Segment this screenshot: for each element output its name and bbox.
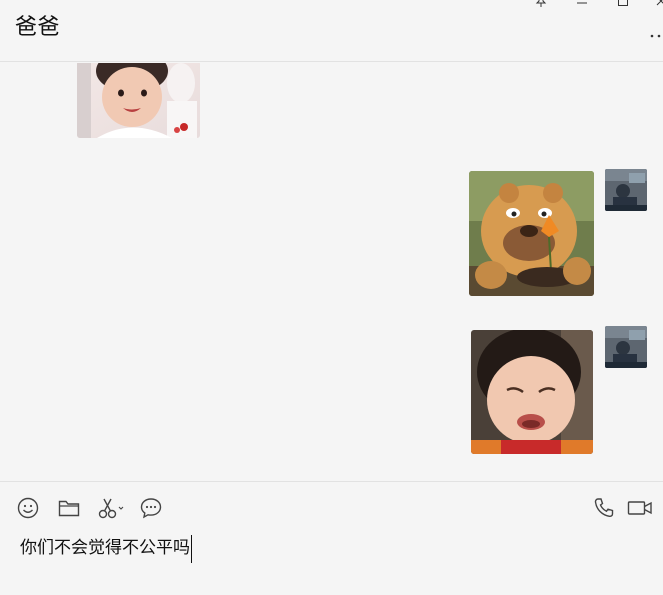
sender-avatar[interactable]	[605, 326, 647, 368]
message-input[interactable]: 你们不会觉得不公平吗	[20, 535, 640, 566]
maximize-icon[interactable]	[616, 0, 630, 8]
sender-avatar[interactable]	[605, 169, 647, 211]
input-divider	[0, 481, 663, 482]
chat-bubble-icon[interactable]	[139, 496, 163, 520]
input-toolbar	[0, 493, 663, 523]
avatar-photo	[605, 169, 647, 211]
avatar-photo	[605, 326, 647, 368]
baby-smiling-photo	[77, 63, 200, 138]
video-icon[interactable]	[627, 496, 653, 520]
cartoon-bear-sticker	[469, 171, 594, 296]
phone-icon[interactable]	[592, 496, 616, 520]
close-icon[interactable]	[654, 0, 663, 8]
chat-title: 爸爸	[15, 15, 61, 40]
message-image-crying-baby[interactable]	[471, 330, 593, 454]
minimize-icon[interactable]	[575, 0, 589, 8]
more-icon[interactable]	[648, 28, 662, 42]
crying-baby-sticker	[471, 330, 593, 454]
text-caret	[191, 535, 192, 563]
message-input-text[interactable]: 你们不会觉得不公平吗	[20, 536, 190, 560]
emoji-icon[interactable]	[16, 496, 40, 520]
chat-header: 爸爸	[0, 0, 663, 62]
pin-icon[interactable]	[534, 0, 548, 8]
message-image-bear[interactable]	[469, 171, 594, 296]
folder-icon[interactable]	[57, 496, 81, 520]
scissors-icon[interactable]	[97, 496, 125, 520]
message-image-baby[interactable]	[77, 63, 200, 138]
message-list[interactable]	[0, 63, 663, 481]
